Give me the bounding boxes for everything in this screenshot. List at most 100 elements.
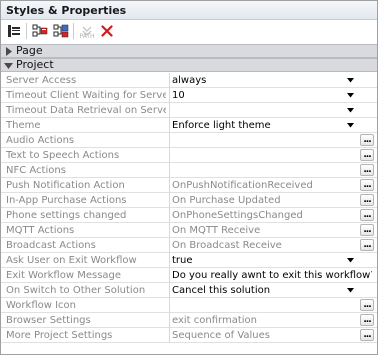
column-divider	[169, 283, 170, 298]
ellipsis-button[interactable]: ...	[360, 194, 374, 206]
column-divider	[169, 223, 170, 238]
dropdown-button[interactable]	[345, 255, 355, 266]
ellipsis-button[interactable]: ...	[360, 299, 374, 311]
property-name: Workflow Icon	[6, 300, 76, 311]
property-name: Timeout Data Retrieval on Server	[6, 105, 166, 116]
dropdown-button[interactable]	[345, 120, 355, 131]
property-value[interactable]: always	[172, 74, 342, 87]
property-row[interactable]: Theme Enforce light theme	[1, 118, 377, 133]
property-value[interactable]: Do you really awnt to exit this workflow…	[172, 269, 372, 282]
property-row[interactable]: On Switch to Other Solution Cancel this s…	[1, 283, 377, 298]
property-name: Push Notification Action	[6, 180, 125, 191]
property-row[interactable]: In-App Purchase Actions On Purchase Updat…	[1, 193, 377, 208]
property-name: More Project Settings	[6, 330, 113, 341]
layout-toggle-button[interactable]	[4, 22, 24, 40]
property-value[interactable]: true	[172, 254, 342, 267]
property-value[interactable]	[172, 164, 352, 177]
panel-title: Styles & Properties	[6, 4, 127, 17]
property-value[interactable]	[172, 134, 352, 147]
property-value[interactable]: On MQTT Receive	[172, 224, 352, 237]
column-divider	[169, 178, 170, 193]
property-value[interactable]: OnPhoneSettingsChanged	[172, 209, 352, 222]
dropdown-button[interactable]	[345, 75, 355, 86]
property-row[interactable]: Push Notification Action OnPushNotificati…	[1, 178, 377, 193]
paste-properties-button[interactable]	[51, 22, 71, 40]
section-page[interactable]: Page	[1, 44, 377, 58]
property-row[interactable]: Timeout Data Retrieval on Server	[1, 103, 377, 118]
ellipsis-button[interactable]: ...	[360, 239, 374, 251]
property-row[interactable]: Server Access always	[1, 73, 377, 88]
column-divider	[169, 193, 170, 208]
column-divider	[169, 133, 170, 148]
dropdown-button[interactable]	[345, 90, 355, 101]
property-value[interactable]	[172, 299, 352, 312]
dropdown-button[interactable]	[345, 105, 355, 116]
property-name: MQTT Actions	[6, 225, 75, 236]
property-name: NFC Actions	[6, 165, 66, 176]
property-name: On Switch to Other Solution	[6, 285, 146, 296]
ellipsis-button[interactable]: ...	[360, 134, 374, 146]
property-name: Audio Actions	[6, 135, 75, 146]
column-divider	[169, 88, 170, 103]
ellipsis-button[interactable]: ...	[360, 224, 374, 236]
property-value[interactable]: Cancel this solution	[172, 284, 342, 297]
path-button[interactable]: PATH	[75, 22, 99, 40]
property-name: Timeout Client Waiting for Server	[6, 90, 166, 101]
chevron-down-icon	[346, 78, 354, 83]
column-divider	[169, 73, 170, 88]
property-value[interactable]	[172, 104, 342, 117]
ellipsis-button[interactable]: ...	[360, 179, 374, 191]
property-row[interactable]: MQTT Actions On MQTT Receive...	[1, 223, 377, 238]
property-value[interactable]: exit confirmation	[172, 314, 352, 327]
chevron-down-icon	[346, 288, 354, 293]
ellipsis-button[interactable]: ...	[360, 209, 374, 221]
chevron-down-icon	[346, 108, 354, 113]
ellipsis-button[interactable]: ...	[360, 149, 374, 161]
property-row[interactable]: Timeout Client Waiting for Server 10	[1, 88, 377, 103]
toolbar-separator	[26, 23, 27, 39]
property-row[interactable]: Browser Settings exit confirmation...	[1, 313, 377, 328]
close-icon	[101, 25, 113, 37]
panel-titlebar: Styles & Properties	[1, 1, 377, 20]
property-value[interactable]: 10	[172, 89, 342, 102]
column-divider	[169, 118, 170, 133]
property-name: Broadcast Actions	[6, 240, 96, 251]
property-row[interactable]: Audio Actions...	[1, 133, 377, 148]
column-divider	[169, 148, 170, 163]
property-value[interactable]	[172, 149, 352, 162]
copy-icon	[32, 23, 48, 39]
dropdown-button[interactable]	[345, 285, 355, 296]
property-row[interactable]: Exit Workflow Message Do you really awnt …	[1, 268, 377, 283]
path-button-label: PATH	[79, 33, 95, 40]
chevron-down-icon	[346, 258, 354, 263]
property-value[interactable]: Enforce light theme	[172, 119, 342, 132]
ellipsis-button[interactable]: ...	[360, 314, 374, 326]
column-divider	[169, 208, 170, 223]
ellipsis-button[interactable]: ...	[360, 329, 374, 341]
property-value[interactable]: On Purchase Updated	[172, 194, 352, 207]
property-value[interactable]: OnPushNotificationReceived	[172, 179, 352, 192]
property-row[interactable]: Ask User on Exit Workflow true	[1, 253, 377, 268]
paste-icon	[53, 23, 69, 39]
property-value[interactable]: On Broadcast Receive	[172, 239, 352, 252]
column-divider	[169, 163, 170, 178]
property-name: In-App Purchase Actions	[6, 195, 127, 206]
collapse-icon	[4, 61, 13, 70]
expand-icon	[4, 47, 13, 56]
property-name: Exit Workflow Message	[6, 270, 122, 281]
column-divider	[169, 103, 170, 118]
delete-button[interactable]	[97, 22, 117, 40]
ellipsis-button[interactable]: ...	[360, 164, 374, 176]
property-row[interactable]: Phone settings changed OnPhoneSettingsCha…	[1, 208, 377, 223]
property-row[interactable]: NFC Actions...	[1, 163, 377, 178]
property-row[interactable]: More Project Settings Sequence of Values.…	[1, 328, 377, 343]
property-row[interactable]: Workflow Icon...	[1, 298, 377, 313]
property-value[interactable]: Sequence of Values	[172, 329, 352, 342]
property-row[interactable]: Text to Speech Actions...	[1, 148, 377, 163]
copy-properties-button[interactable]	[30, 22, 50, 40]
property-row[interactable]: Broadcast Actions On Broadcast Receive...	[1, 238, 377, 253]
section-project[interactable]: Project	[1, 58, 377, 72]
toolbar: PATH	[1, 20, 377, 42]
column-divider	[169, 328, 170, 343]
chevron-down-icon	[346, 123, 354, 128]
